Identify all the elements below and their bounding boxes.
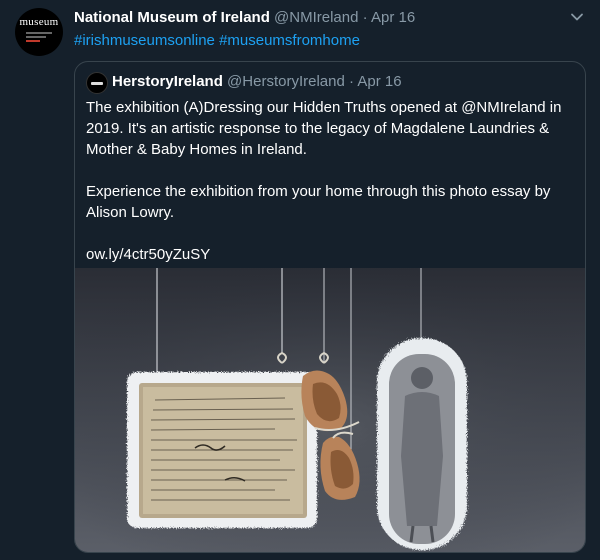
- chevron-down-icon[interactable]: [568, 8, 586, 26]
- avatar[interactable]: museum: [15, 8, 63, 56]
- exhibition-photo-artwork: [75, 268, 585, 552]
- avatar-logo-lines: [26, 30, 52, 44]
- quoted-paragraph-2: Experience the exhibition from your home…: [86, 183, 551, 221]
- quoted-paragraph-1: The exhibition (A)Dressing our Hidden Tr…: [86, 99, 562, 158]
- tweet-date[interactable]: Apr 16: [371, 9, 415, 26]
- quoted-author-name[interactable]: HerstoryIreland: [112, 73, 223, 90]
- quoted-link[interactable]: ow.ly/4ctr50yZuSY: [86, 246, 210, 263]
- quoted-date: Apr 16: [357, 73, 402, 90]
- header-separator: ·: [362, 9, 368, 26]
- hashtags-link[interactable]: #irishmuseumsonline #museumsfromhome: [74, 32, 360, 49]
- quoted-avatar[interactable]: [86, 72, 108, 94]
- tweet-header: National Museum of Ireland @NMIreland · …: [74, 9, 415, 26]
- quoted-text: The exhibition (A)Dressing our Hidden Tr…: [86, 97, 576, 265]
- quoted-header: HerstoryIreland @HerstoryIreland · Apr 1…: [112, 73, 402, 90]
- avatar-logo-text: museum: [19, 16, 59, 28]
- tweet[interactable]: museum National Museum of Ireland @NMIre…: [0, 0, 600, 560]
- exhibition-photo[interactable]: [75, 268, 585, 552]
- quoted-tweet[interactable]: HerstoryIreland @HerstoryIreland · Apr 1…: [74, 61, 586, 553]
- author-handle[interactable]: @NMIreland: [274, 9, 358, 26]
- quoted-separator: ·: [349, 73, 354, 90]
- quoted-author-handle[interactable]: @HerstoryIreland: [227, 73, 345, 90]
- author-name[interactable]: National Museum of Ireland: [74, 9, 270, 26]
